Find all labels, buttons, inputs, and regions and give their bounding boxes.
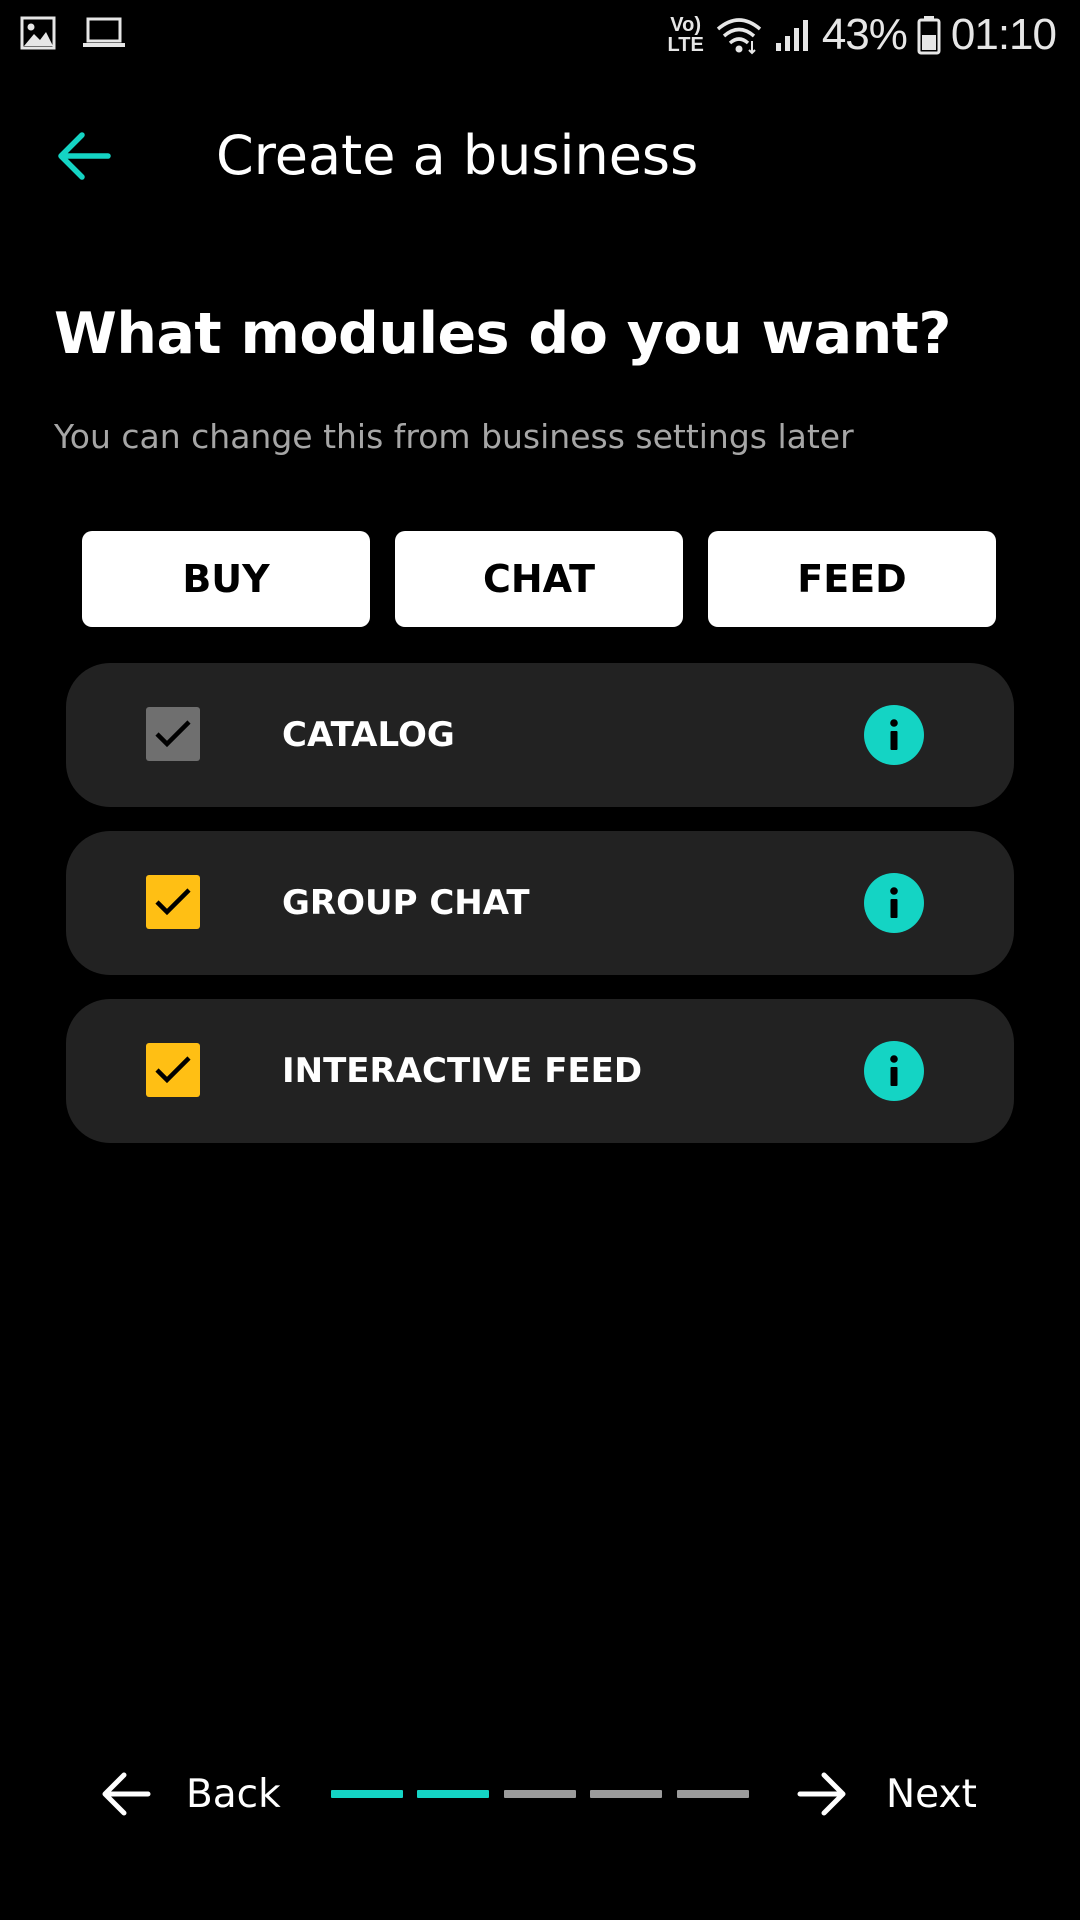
interactive-feed-info-button[interactable] — [864, 1041, 924, 1101]
clock: 01:10 — [950, 10, 1057, 59]
arrow-left-icon — [58, 132, 111, 180]
category-chat-button[interactable]: CHAT — [395, 531, 683, 627]
next-button[interactable]: Next — [796, 1764, 977, 1824]
group-chat-checkbox[interactable] — [146, 875, 200, 929]
info-icon — [890, 1055, 898, 1086]
category-feed-button[interactable]: FEED — [708, 531, 996, 627]
step-progress-indicator — [331, 1790, 749, 1800]
info-icon — [890, 887, 898, 918]
status-left — [20, 16, 126, 50]
checkmark-icon — [155, 888, 191, 916]
laptop-icon — [83, 17, 125, 47]
arrow-right-icon — [797, 1772, 846, 1816]
module-label: GROUP CHAT — [282, 883, 530, 923]
interactive-feed-checkbox[interactable] — [146, 1043, 200, 1097]
back-button[interactable]: Back — [100, 1764, 281, 1824]
question-subtext: You can change this from business settin… — [54, 417, 854, 456]
progress-step — [677, 1790, 749, 1798]
status-right: Vo) LTE 43% 01:10 — [667, 10, 1057, 60]
category-buy-button[interactable]: BUY — [82, 531, 370, 627]
module-label: INTERACTIVE FEED — [282, 1051, 643, 1091]
status-bar: Vo) LTE 43% 01:10 — [0, 0, 1080, 72]
bottom-navigation: Back Next — [0, 1740, 1080, 1850]
arrow-left-icon — [102, 1772, 151, 1816]
back-label: Back — [186, 1771, 281, 1817]
info-icon — [890, 719, 898, 750]
module-card-group-chat[interactable]: GROUP CHAT — [66, 831, 1014, 975]
signal-icon — [775, 20, 808, 51]
volte-indicator: Vo) LTE — [667, 14, 704, 56]
battery-percentage: 43% — [821, 10, 908, 59]
module-card-catalog[interactable]: CATALOG — [66, 663, 1014, 807]
next-label: Next — [886, 1771, 977, 1817]
catalog-info-button[interactable] — [864, 705, 924, 765]
wifi-icon — [716, 18, 761, 55]
catalog-checkbox[interactable] — [146, 707, 200, 761]
checkmark-icon — [155, 1056, 191, 1084]
checkmark-icon — [155, 720, 191, 748]
image-icon — [20, 16, 56, 50]
module-card-interactive-feed[interactable]: INTERACTIVE FEED — [66, 999, 1014, 1143]
category-buttons: BUY CHAT FEED — [82, 531, 998, 627]
question-heading: What modules do you want? — [54, 301, 951, 367]
module-label: CATALOG — [282, 715, 455, 755]
group-chat-info-button[interactable] — [864, 873, 924, 933]
page-title: Create a business — [216, 124, 699, 187]
progress-step — [417, 1790, 489, 1798]
progress-step — [504, 1790, 576, 1798]
back-arrow-button[interactable] — [56, 130, 112, 182]
battery-icon — [917, 16, 941, 55]
progress-step — [331, 1790, 403, 1798]
progress-step — [590, 1790, 662, 1798]
